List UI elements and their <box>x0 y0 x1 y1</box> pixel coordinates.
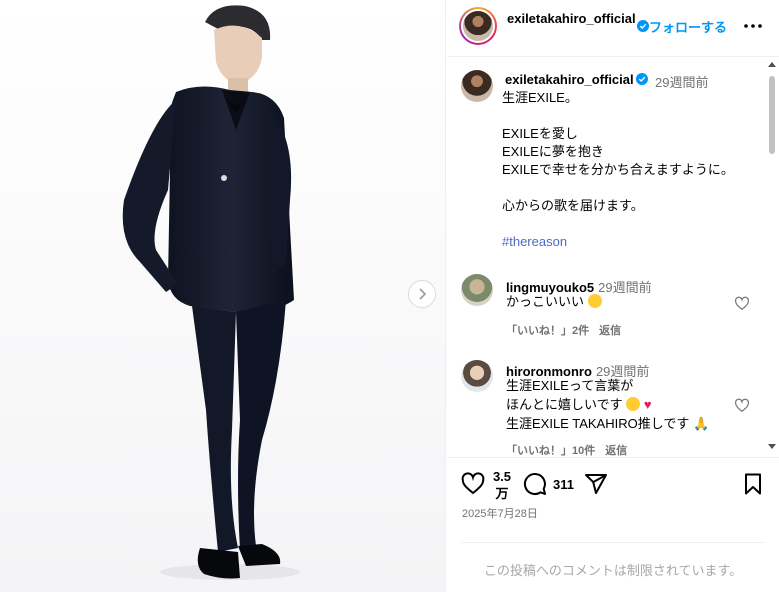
comments-scroll-area[interactable]: exiletakahiro_official 29週間前 生涯EXILE。 EX… <box>447 58 779 456</box>
header-username[interactable]: exiletakahiro_official <box>507 10 637 28</box>
share-icon[interactable] <box>584 472 608 496</box>
scroll-up-icon[interactable] <box>768 62 776 67</box>
post-actions: 3.5 万 311 2025年7月28日 <box>447 457 779 541</box>
caption-line: EXILEを愛し <box>502 126 578 141</box>
caption-line: 心からの歌を届けます。 <box>502 198 644 213</box>
caption-line: 生涯EXILE。 <box>502 90 578 105</box>
caption-username[interactable]: exiletakahiro_official <box>505 72 634 87</box>
reply-button[interactable]: 返信 <box>599 325 621 337</box>
comment-likes-link[interactable]: 「いいね！」10件 <box>506 445 595 456</box>
hashtag-link[interactable]: #thereason <box>502 233 762 251</box>
comments-restricted-notice: この投稿へのコメントは制限されています。 <box>461 542 765 579</box>
man-in-suit-photo <box>122 5 300 580</box>
heart-eyes-emoji-icon <box>587 294 602 308</box>
caption-line <box>502 107 762 125</box>
comment-meta: 「いいね！」2件 返信 <box>506 322 631 338</box>
verified-icon <box>637 20 649 32</box>
follow-button[interactable]: フォローする <box>649 17 727 36</box>
caption-text: 生涯EXILE。 EXILEを愛し EXILEに夢を抱き EXILEで幸せを分か… <box>502 89 762 251</box>
comment-icon[interactable] <box>523 472 547 496</box>
avatar[interactable] <box>461 360 493 392</box>
scroll-down-icon[interactable] <box>768 444 776 449</box>
post-details-panel: exiletakahiro_official フォローする exiletakah… <box>447 0 779 592</box>
avatar[interactable] <box>461 70 493 102</box>
comments-scrollbar[interactable] <box>765 58 779 456</box>
like-count[interactable]: 3.5 万 <box>492 468 512 502</box>
caption-line: EXILEで幸せを分かち合えますように。 <box>502 162 734 177</box>
chevron-right-icon <box>419 288 427 300</box>
comment-count: 311 <box>553 477 574 492</box>
praying-hands-emoji-icon: 🙏 <box>692 416 710 431</box>
comment-text: 生涯EXILEって言葉が ほんとに嬉しいです ♥ 生涯EXILE TAKAHIR… <box>506 378 710 431</box>
heart-icon[interactable] <box>734 398 750 414</box>
caption-line: EXILEに夢を抱き <box>502 144 604 159</box>
post-image <box>0 0 446 592</box>
more-icon[interactable] <box>741 14 765 38</box>
red-heart-emoji-icon: ♥ <box>643 397 652 412</box>
reply-button[interactable]: 返信 <box>605 445 627 456</box>
avatar[interactable] <box>461 274 493 306</box>
scrollbar-thumb[interactable] <box>769 76 775 154</box>
next-image-button[interactable] <box>408 280 436 308</box>
post-header: exiletakahiro_official フォローする <box>447 0 779 57</box>
comment-likes-link[interactable]: 「いいね！」2件 <box>506 325 589 337</box>
verified-icon <box>636 73 648 85</box>
post-date[interactable]: 2025年7月28日 <box>462 505 538 521</box>
comment-text: かっこいいい <box>506 292 602 311</box>
heart-icon[interactable] <box>461 472 485 496</box>
comment-meta: 「いいね！」10件 返信 <box>506 442 637 456</box>
bookmark-icon[interactable] <box>741 472 765 496</box>
avatar[interactable] <box>459 7 497 45</box>
caption-line <box>502 179 762 197</box>
crying-face-emoji-icon <box>626 397 641 411</box>
heart-icon[interactable] <box>734 296 750 312</box>
caption-line <box>502 215 762 233</box>
